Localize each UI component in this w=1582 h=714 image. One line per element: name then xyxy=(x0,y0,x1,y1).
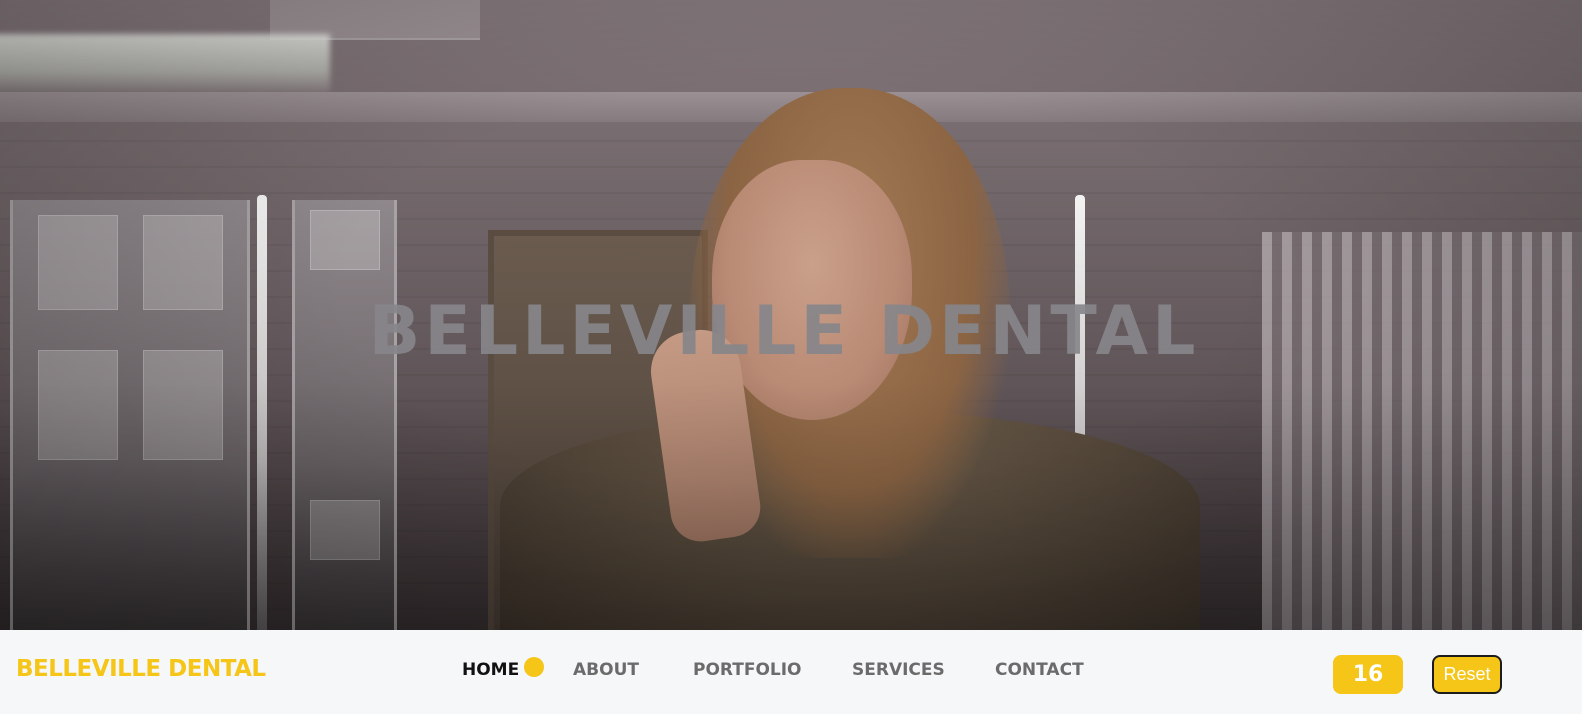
hero-section: BELLEVILLE DENTAL xyxy=(0,0,1582,636)
nav-item-about[interactable]: ABOUT xyxy=(573,660,639,680)
navbar: BELLEVILLE DENTAL HOME ABOUT PORTFOLIO S… xyxy=(0,630,1582,714)
hero-title: BELLEVILLE DENTAL xyxy=(368,292,1200,371)
nav-item-portfolio[interactable]: PORTFOLIO xyxy=(693,660,802,680)
brand-logo[interactable]: BELLEVILLE DENTAL xyxy=(16,656,266,682)
nav-item-home[interactable]: HOME xyxy=(462,660,519,680)
nav-item-contact[interactable]: CONTACT xyxy=(995,660,1084,680)
dot-indicator-icon xyxy=(524,657,544,677)
reset-button[interactable]: Reset xyxy=(1432,655,1502,694)
nav-item-services[interactable]: SERVICES xyxy=(852,660,945,680)
counter-badge: 16 xyxy=(1333,655,1403,694)
